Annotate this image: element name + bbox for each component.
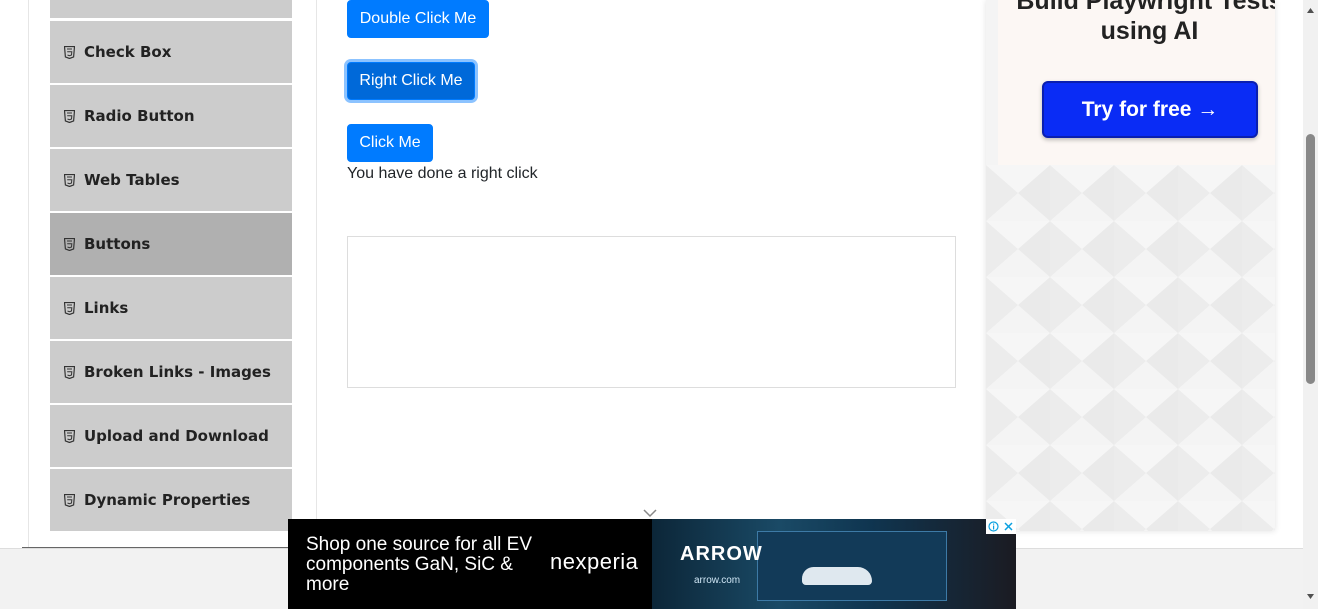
sidebar-item-label: Broken Links - Images xyxy=(84,363,271,381)
ad-info-icon[interactable] xyxy=(986,519,1001,534)
html5-icon xyxy=(64,237,76,251)
sidebar-item-buttons[interactable]: Buttons xyxy=(50,213,292,275)
sidebar-item-dynamic-properties[interactable]: Dynamic Properties xyxy=(50,469,292,531)
sidebar-item-label: Check Box xyxy=(84,43,172,61)
ad-close-icon[interactable] xyxy=(1001,519,1016,534)
html5-icon xyxy=(64,365,76,379)
sidebar-item-web-tables[interactable]: Web Tables xyxy=(50,149,292,211)
sidebar-item-label: Upload and Download xyxy=(84,427,269,445)
content-box xyxy=(347,236,956,388)
monitor-graphic xyxy=(757,531,947,601)
ad-promo-panel: Build Playwright Tests using AI Try for … xyxy=(998,0,1275,165)
ad-title: Build Playwright Tests using AI xyxy=(1016,0,1275,45)
page: Check Box Radio Button Web Tables Buttons Li… xyxy=(0,0,1318,609)
sidebar-item-label: Links xyxy=(84,299,129,317)
html5-icon xyxy=(64,45,76,59)
sidebar-ad: Build Playwright Tests using AI Try for … xyxy=(986,0,1275,531)
html5-icon xyxy=(64,109,76,123)
arrow-url: arrow.com xyxy=(694,575,741,586)
sidebar-item-check-box[interactable]: Check Box xyxy=(50,21,292,83)
sidebar-item-label: Dynamic Properties xyxy=(84,491,251,509)
bottom-ad-banner[interactable]: Shop one source for all EV components Ga… xyxy=(288,519,1016,609)
scrollbar-thumb[interactable] xyxy=(1306,134,1315,384)
click-button[interactable]: Click Me xyxy=(347,124,433,162)
sidebar-item-radio-button[interactable]: Radio Button xyxy=(50,85,292,147)
scroll-up-icon[interactable] xyxy=(1306,6,1315,15)
sidebar-item-label: Web Tables xyxy=(84,171,180,189)
sidebar-item-upload-and-download[interactable]: Upload and Download xyxy=(50,405,292,467)
car-graphic xyxy=(802,567,872,585)
sidebar-item-label: Buttons xyxy=(84,235,151,253)
right-click-button[interactable]: Right Click Me xyxy=(347,62,475,100)
sidebar-item-links[interactable]: Links xyxy=(50,277,292,339)
vertical-scrollbar[interactable] xyxy=(1303,0,1318,609)
nexperia-logo: nexperia xyxy=(550,549,639,574)
sidebar-item-broken-links-images[interactable]: Broken Links - Images xyxy=(50,341,292,403)
html5-icon xyxy=(64,173,76,187)
html5-icon xyxy=(64,493,76,507)
try-for-free-button[interactable]: Try for free → xyxy=(1042,81,1258,138)
arrow-logo: ARROW xyxy=(680,543,763,565)
right-click-message: You have done a right click xyxy=(347,165,538,182)
ad-background-pattern xyxy=(986,165,1275,531)
html5-icon xyxy=(64,301,76,315)
sidebar-item-hidden[interactable] xyxy=(50,0,292,18)
scroll-down-icon[interactable] xyxy=(1306,592,1315,601)
ad-photo: ARROW arrow.com xyxy=(652,519,1016,609)
double-click-button[interactable]: Double Click Me xyxy=(347,0,489,38)
ad-text: Shop one source for all EV components Ga… xyxy=(306,534,533,595)
html5-icon xyxy=(64,429,76,443)
sidebar-item-label: Radio Button xyxy=(84,107,195,125)
